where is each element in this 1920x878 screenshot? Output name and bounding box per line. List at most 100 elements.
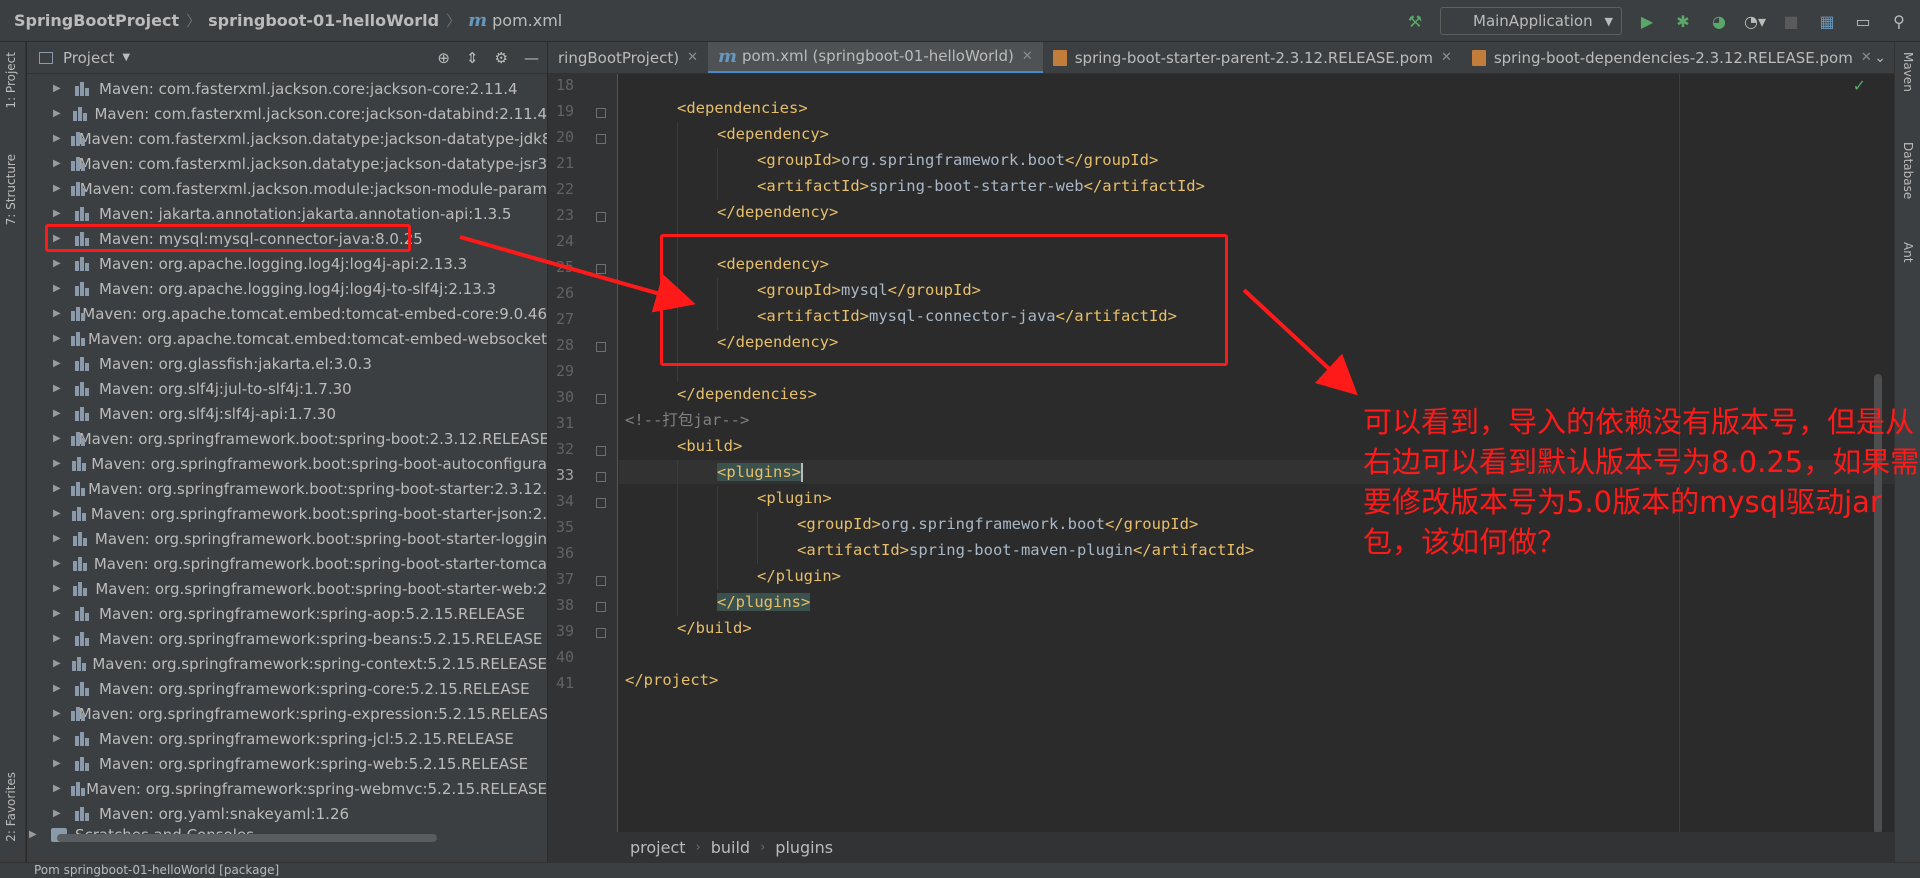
breadcrumb-file[interactable]: pom.xml — [492, 11, 562, 30]
tab-favorites[interactable]: 2: Favorites — [4, 772, 18, 842]
breadcrumb-project[interactable]: SpringBootProject — [14, 11, 179, 30]
tab-editor-pom-active[interactable]: m pom.xml (springboot-01-helloWorld) ✕ — [707, 42, 1043, 73]
tab-editor-file[interactable]: ringBootProject) ✕ — [548, 42, 708, 73]
tree-item-library[interactable]: ▶ Maven: org.springframework:spring-beans… — [27, 626, 547, 651]
expand-arrow-icon[interactable]: ▶ — [53, 258, 65, 269]
tree-item-library[interactable]: ▶ Maven: org.springframework:spring-expre… — [27, 701, 547, 726]
debug-icon[interactable]: ✱ — [1672, 10, 1694, 32]
expand-arrow-icon[interactable]: ▶ — [53, 808, 65, 819]
close-icon[interactable]: ✕ — [1022, 49, 1033, 64]
tree-item-library[interactable]: ▶ Maven: jakarta.annotation:jakarta.annot… — [27, 201, 547, 226]
tree-item-library[interactable]: ▶ Maven: org.springframework.boot:spring-… — [27, 426, 547, 451]
expand-arrow-icon[interactable]: ▶ — [53, 333, 61, 344]
tree-item-library[interactable]: ▶ Maven: org.apache.logging.log4j:log4j-a… — [27, 251, 547, 276]
tree-item-library[interactable]: ▶ Maven: org.springframework.boot:spring-… — [27, 476, 547, 501]
fold-marker-icon[interactable] — [596, 446, 606, 456]
tree-item-library[interactable]: ▶ Maven: org.springframework:spring-core:… — [27, 676, 547, 701]
expand-arrow-icon[interactable]: ▶ — [53, 708, 61, 719]
gear-icon[interactable]: ⚙ — [495, 49, 508, 67]
tree-item-library[interactable]: ▶ Maven: com.fasterxml.jackson.datatype:j… — [27, 126, 547, 151]
fold-marker-icon[interactable] — [596, 108, 606, 118]
tree-item-library[interactable]: ▶ Maven: com.fasterxml.jackson.core:jacks… — [27, 101, 547, 126]
run-icon[interactable]: ▶ — [1636, 10, 1658, 32]
expand-arrow-icon[interactable]: ▶ — [53, 283, 65, 294]
tree-item-library[interactable]: ▶ Maven: org.springframework:spring-conte… — [27, 651, 547, 676]
fold-marker-icon[interactable] — [596, 602, 606, 612]
tree-item-library[interactable]: ▶ Maven: org.slf4j:jul-to-slf4j:1.7.30 — [27, 376, 547, 401]
tree-item-library[interactable]: ▶ Maven: com.fasterxml.jackson.core:jacks… — [27, 76, 547, 101]
expand-arrow-icon[interactable]: ▶ — [53, 783, 61, 794]
tab-ant[interactable]: Ant — [1901, 242, 1915, 263]
expand-arrow-icon[interactable]: ▶ — [53, 158, 61, 169]
tab-list-chevron-icon[interactable]: ⌄ — [1874, 50, 1886, 66]
expand-arrow-icon[interactable]: ▶ — [53, 408, 65, 419]
tree-item-library[interactable]: ▶ Maven: com.fasterxml.jackson.module:jac… — [27, 176, 547, 201]
tab-editor-starter-parent[interactable]: spring-boot-starter-parent-2.3.12.RELEAS… — [1043, 42, 1462, 73]
tab-maven[interactable]: Maven — [1901, 52, 1915, 92]
breadcrumb-project-tag[interactable]: project — [630, 838, 686, 857]
tree-item-library[interactable]: ▶ Maven: org.slf4j:slf4j-api:1.7.30 — [27, 401, 547, 426]
fold-marker-icon[interactable] — [596, 134, 606, 144]
expand-arrow-icon[interactable]: ▶ — [53, 608, 65, 619]
fold-marker-icon[interactable] — [596, 576, 606, 586]
fold-marker-icon[interactable] — [596, 628, 606, 638]
expand-arrow-icon[interactable]: ▶ — [53, 433, 61, 444]
expand-arrow-icon[interactable]: ▶ — [53, 683, 65, 694]
fold-marker-icon[interactable] — [596, 212, 606, 222]
project-structure-icon[interactable]: ▦ — [1816, 10, 1838, 32]
fold-marker-icon[interactable] — [596, 264, 606, 274]
expand-arrow-icon[interactable]: ▶ — [53, 83, 65, 94]
expand-arrow-icon[interactable]: ▶ — [53, 733, 65, 744]
tree-item-library[interactable]: ▶ Maven: org.springframework:spring-aop:5… — [27, 601, 547, 626]
profile-icon[interactable]: ◔▾ — [1744, 10, 1766, 32]
expand-arrow-icon[interactable]: ▶ — [53, 308, 61, 319]
breadcrumb-build-tag[interactable]: build — [711, 838, 750, 857]
breadcrumb-plugins-tag[interactable]: plugins — [775, 838, 833, 857]
tree-item-library[interactable]: ▶ Maven: org.springframework:spring-jcl:5… — [27, 726, 547, 751]
tree-item-library[interactable]: ▶ Maven: org.springframework:spring-web:5… — [27, 751, 547, 776]
fold-marker-icon[interactable] — [596, 472, 606, 482]
tree-item-library[interactable]: ▶ Maven: com.fasterxml.jackson.datatype:j… — [27, 151, 547, 176]
coverage-icon[interactable]: ◕ — [1708, 10, 1730, 32]
tab-project[interactable]: 1: Project — [4, 52, 18, 109]
project-panel-title[interactable]: Project — [63, 49, 114, 67]
close-icon[interactable]: ✕ — [687, 50, 698, 65]
tree-item-library[interactable]: ▶ Maven: org.glassfish:jakarta.el:3.0.3 — [27, 351, 547, 376]
expand-arrow-icon[interactable]: ▶ — [53, 383, 65, 394]
stop-icon[interactable]: ■ — [1780, 10, 1802, 32]
expand-arrow-icon[interactable]: ▶ — [53, 483, 61, 494]
breadcrumb-module[interactable]: springboot-01-helloWorld — [208, 11, 439, 30]
run-configuration-select[interactable]: MainApplication ▼ — [1440, 7, 1622, 35]
expand-arrow-icon[interactable]: ▶ — [53, 658, 62, 669]
expand-arrow-icon[interactable]: ▶ — [53, 358, 65, 369]
expand-arrow-icon[interactable]: ▶ — [53, 208, 65, 219]
expand-arrow-icon[interactable]: ▶ — [53, 583, 63, 594]
expand-arrow-icon[interactable]: ▶ — [53, 633, 65, 644]
search-icon[interactable]: ⚲ — [1888, 10, 1910, 32]
tree-item-library[interactable]: ▶ Maven: org.apache.tomcat.embed:tomcat-e… — [27, 301, 547, 326]
expand-arrow-icon[interactable]: ▶ — [29, 829, 41, 840]
tree-item-library[interactable]: ▶ Maven: org.springframework.boot:spring-… — [27, 551, 547, 576]
tab-structure[interactable]: 7: Structure — [4, 154, 18, 225]
tree-item-library[interactable]: ▶ Maven: org.springframework:spring-webmv… — [27, 776, 547, 801]
expand-arrow-icon[interactable]: ▶ — [53, 508, 62, 519]
layout-icon[interactable]: ▭ — [1852, 10, 1874, 32]
expand-arrow-icon[interactable]: ▶ — [53, 758, 65, 769]
expand-arrow-icon[interactable]: ▶ — [53, 108, 63, 119]
fold-marker-icon[interactable] — [596, 342, 606, 352]
tree-item-library[interactable]: ▶ Maven: org.springframework.boot:spring-… — [27, 501, 547, 526]
collapse-all-icon[interactable]: ⇕ — [466, 49, 479, 67]
hammer-build-icon[interactable]: ⚒ — [1404, 10, 1426, 32]
tree-item-library[interactable]: ▶ Maven: org.springframework.boot:spring-… — [27, 451, 547, 476]
expand-arrow-icon[interactable]: ▶ — [53, 183, 61, 194]
tree-item-library[interactable]: ▶ Maven: org.apache.tomcat.embed:tomcat-e… — [27, 326, 547, 351]
close-icon[interactable]: ✕ — [1861, 50, 1872, 65]
tree-item-library[interactable]: ▶ Maven: org.springframework.boot:spring-… — [27, 526, 547, 551]
expand-arrow-icon[interactable]: ▶ — [53, 133, 61, 144]
horizontal-scrollbar[interactable] — [57, 834, 437, 842]
tab-database[interactable]: Database — [1901, 142, 1915, 199]
close-icon[interactable]: ✕ — [1441, 50, 1452, 65]
expand-arrow-icon[interactable]: ▶ — [53, 533, 63, 544]
hide-icon[interactable]: — — [524, 49, 539, 67]
tree-item-library[interactable]: ▶ Maven: org.springframework.boot:spring-… — [27, 576, 547, 601]
